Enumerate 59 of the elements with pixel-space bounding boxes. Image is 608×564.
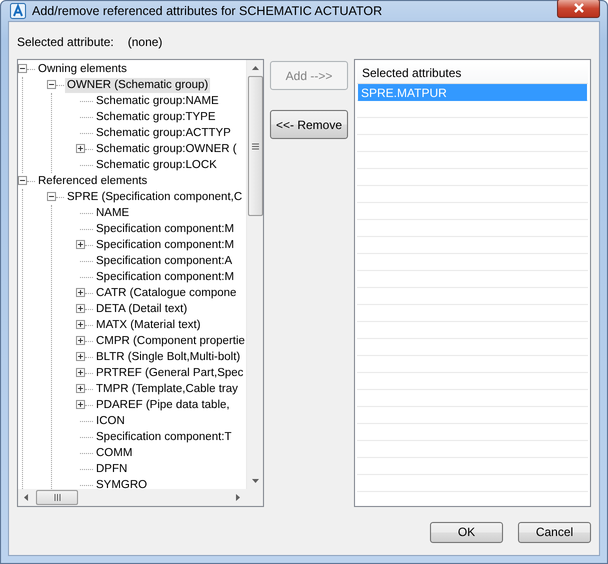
cancel-button[interactable]: Cancel — [518, 522, 591, 542]
selected-attribute-value: (none) — [128, 34, 162, 50]
expand-icon[interactable] — [76, 368, 85, 377]
tree-item[interactable]: ICON — [94, 414, 127, 428]
tree-item[interactable]: TMPR (Template,Cable tray — [94, 382, 240, 396]
app-icon — [10, 3, 26, 19]
expand-icon[interactable] — [76, 320, 85, 329]
scroll-thumb[interactable] — [36, 490, 78, 505]
expand-icon[interactable] — [76, 144, 85, 153]
scroll-thumb[interactable] — [248, 76, 262, 216]
scroll-down-icon[interactable] — [252, 479, 258, 483]
tree-item[interactable]: DPFN — [94, 462, 130, 476]
scroll-left-icon[interactable] — [24, 494, 28, 501]
ok-button[interactable]: OK — [430, 522, 503, 542]
tree-item[interactable]: OWNER (Schematic group) — [65, 78, 210, 92]
tree-item[interactable]: Owning elements — [36, 62, 129, 76]
scroll-right-icon[interactable] — [236, 494, 240, 501]
expand-icon[interactable] — [76, 240, 85, 249]
tree-item[interactable]: MATX (Material text) — [94, 318, 203, 332]
expand-icon[interactable] — [76, 352, 85, 361]
tree-item[interactable]: SPRE (Specification component,C — [65, 190, 244, 204]
tree-item[interactable]: DETA (Detail text) — [94, 302, 190, 316]
tree-item[interactable]: PDAREF (Pipe data table, — [94, 398, 232, 412]
tree-item[interactable]: CMPR (Component propertie — [94, 334, 246, 348]
expand-icon[interactable] — [76, 384, 85, 393]
tree-item[interactable]: PRTREF (General Part,Spec — [94, 366, 246, 380]
tree-item[interactable]: NAME — [94, 206, 132, 220]
selected-attributes-list[interactable]: Selected attributes SPRE.MATPUR — [354, 59, 591, 507]
expand-icon[interactable] — [76, 288, 85, 297]
tree-item[interactable]: Specification component:M — [94, 238, 236, 252]
tree-item[interactable]: SYMGRO — [94, 478, 150, 489]
tree-item[interactable]: BLTR (Single Bolt,Multi-bolt) — [94, 350, 242, 364]
collapse-icon[interactable] — [47, 80, 56, 89]
tree-item[interactable]: Schematic group:LOCK — [94, 158, 219, 172]
tree-item[interactable]: Schematic group:TYPE — [94, 110, 218, 124]
expand-icon[interactable] — [76, 336, 85, 345]
tree-item[interactable]: COMM — [94, 446, 134, 460]
tree-item[interactable]: Schematic group:NAME — [94, 94, 221, 108]
vertical-scrollbar[interactable] — [246, 60, 263, 489]
close-icon — [572, 3, 584, 13]
tree-item[interactable]: Schematic group:OWNER ( — [94, 142, 239, 156]
scroll-up-icon[interactable] — [252, 66, 258, 70]
expand-icon[interactable] — [76, 400, 85, 409]
tree-item[interactable]: Specification component:T — [94, 430, 234, 444]
window-title: Add/remove referenced attributes for SCHEMATIC ACTUATOR — [32, 2, 382, 20]
close-button[interactable] — [557, 0, 600, 18]
expand-icon[interactable] — [76, 304, 85, 313]
collapse-icon[interactable] — [18, 64, 27, 73]
remove-button[interactable]: <<- Remove — [270, 110, 348, 139]
selected-attribute-label: Selected attribute: — [17, 34, 114, 50]
tree-item[interactable]: Referenced elements — [36, 174, 150, 188]
tree-item[interactable]: Specification component:M — [94, 222, 236, 236]
tree-item[interactable]: Specification component:M — [94, 270, 236, 284]
tree-item[interactable]: Schematic group:ACTTYP — [94, 126, 233, 140]
tree-item[interactable]: CATR (Catalogue compone — [94, 286, 238, 300]
collapse-icon[interactable] — [47, 192, 56, 201]
attribute-tree[interactable] — [17, 59, 264, 507]
collapse-icon[interactable] — [18, 176, 27, 185]
tree-item[interactable]: Specification component:A — [94, 254, 234, 268]
